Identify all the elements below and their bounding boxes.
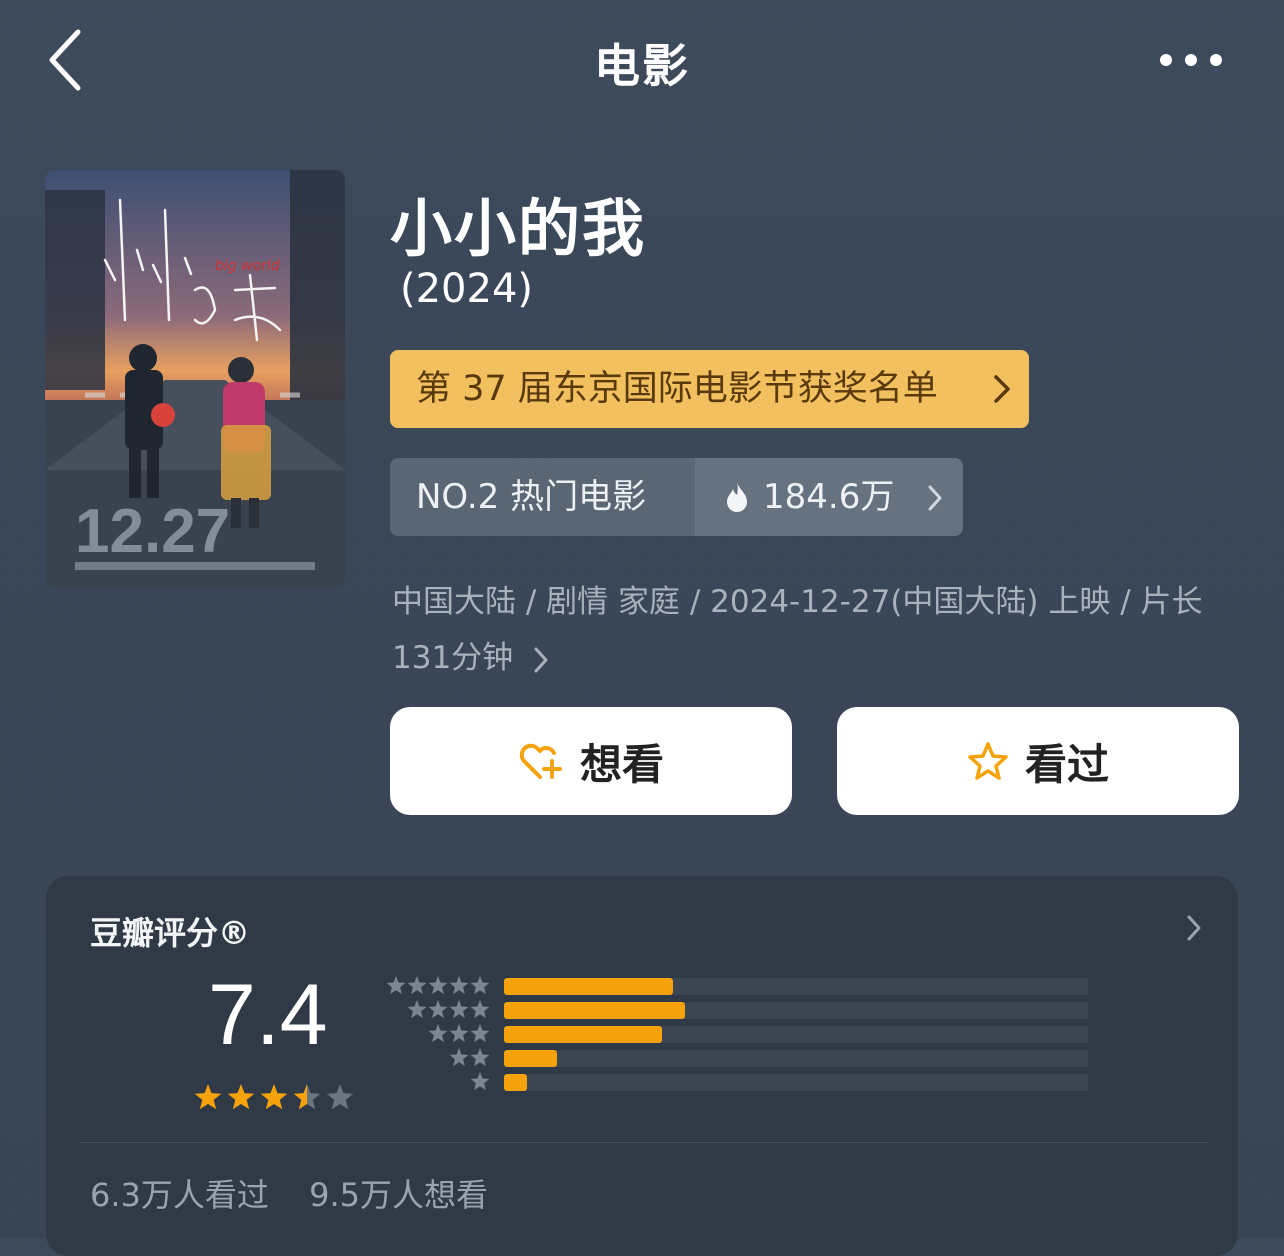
histogram-star-icon [449,1000,469,1019]
histogram-bar-track [504,1050,1088,1067]
award-banner-label: 第 37 届东京国际电影节获奖名单 [416,369,938,409]
rating-stats: 6.3万人看过 9.5万人想看 [90,1170,488,1216]
histogram-star-icon [470,1000,490,1019]
histogram-star-icon [428,976,448,995]
rank-badge[interactable]: NO.2 热门电影 184.6万 [390,458,963,536]
seen-count: 6.3万人看过 [90,1176,269,1214]
divider [80,1142,1208,1143]
svg-text:big world: big world [215,258,280,274]
rating-star-icon [293,1084,321,1110]
histogram-star-icon [449,1024,469,1043]
watched-button[interactable]: 看过 [837,707,1239,815]
histogram-star-icon [428,1000,448,1019]
histogram-bar-track [504,978,1088,995]
histogram-bar-2-star [504,1050,557,1067]
histogram-star-icon [428,1024,448,1043]
movie-title: 小小的我 [390,192,647,265]
histogram-star-icon [470,976,490,995]
want-count: 9.5万人想看 [309,1176,488,1214]
histogram-star-icon [386,976,406,995]
histogram-bar-3-star [504,1026,662,1043]
more-button[interactable] [1158,48,1224,72]
rating-score: 7.4 [208,967,328,1063]
star-outline-icon [968,742,1008,780]
rating-card[interactable]: 豆瓣评分® 7.4 6.3万人看过 9.5万人想看 [46,876,1238,1256]
want-label: 想看 [579,739,664,789]
page-title: 电影 [594,39,690,93]
award-banner[interactable]: 第 37 届东京国际电影节获奖名单 [390,350,1029,428]
chevron-right-icon [994,375,1010,403]
histogram-bar-1-star [504,1074,527,1091]
poster-date-text: 12.27 [75,497,230,566]
want-to-watch-button[interactable]: 想看 [390,707,792,815]
movie-year: (2024) [400,266,534,312]
watched-label: 看过 [1024,739,1109,789]
meta-line-2: 131分钟 [392,640,514,676]
meta-line-1: 中国大陆 / 剧情 家庭 / 2024-12-27(中国大陆) 上映 / 片长 [392,584,1203,620]
histogram-bar-5-star [504,978,673,995]
more-dots-icon [1160,54,1222,66]
histogram-bar-4-star [504,1002,685,1019]
heat-count: 184.6万 [763,477,895,517]
rating-star-icon [260,1084,288,1110]
rating-star-icon [227,1084,255,1110]
rating-star-icon [194,1084,222,1110]
heat-stat: 184.6万 [695,458,963,536]
chevron-right-icon [1187,915,1201,941]
histogram-star-icon [470,1072,490,1091]
chevron-right-icon [534,647,548,672]
histogram-star-icon [470,1048,490,1067]
histogram-bar-track [504,1002,1088,1019]
rating-stars [194,1084,354,1110]
poster-image: big world 12.27 [45,170,345,588]
movie-meta[interactable]: 中国大陆 / 剧情 家庭 / 2024-12-27(中国大陆) 上映 / 片长 … [392,574,1252,686]
heart-plus-icon [519,743,562,779]
histogram-star-labels [386,976,490,1091]
histogram-bar-track [504,1074,1088,1091]
histogram-star-icon [449,976,469,995]
chevron-right-icon [928,485,942,511]
rank-label: NO.2 热门电影 [390,458,695,536]
flame-icon [727,482,747,512]
histogram-star-icon [407,1000,427,1019]
histogram-star-icon [470,1024,490,1043]
histogram-bar-track [504,1026,1088,1043]
histogram-star-icon [449,1048,469,1067]
movie-poster[interactable]: big world 12.27 [45,170,345,588]
histogram-star-icon [407,976,427,995]
rating-label: 豆瓣评分® [90,914,251,952]
rating-star-icon [326,1084,354,1110]
